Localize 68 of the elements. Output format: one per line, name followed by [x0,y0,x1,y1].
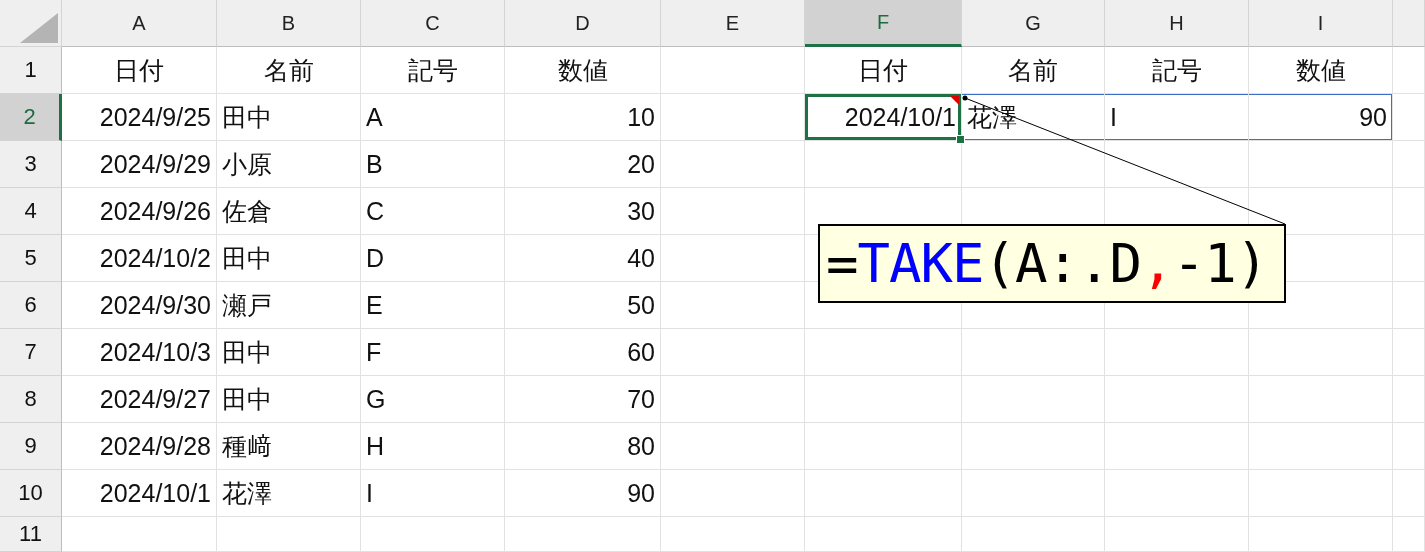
table-cell[interactable]: 数値 [1249,47,1393,94]
table-cell[interactable]: 名前 [962,47,1105,94]
table-cell[interactable]: F [361,329,505,376]
row-header[interactable]: 1 [0,47,62,94]
table-cell[interactable]: 田中 [217,235,361,282]
comment-tooltip: =TAKE(A:.D,-1) [818,224,1286,303]
table-cell[interactable]: I [1105,94,1249,141]
table-cell[interactable]: 2024/9/27 [62,376,217,423]
row-header[interactable]: 11 [0,517,62,552]
table-cell[interactable]: 2024/10/1 [805,94,962,141]
table-cell[interactable]: A [361,94,505,141]
table-cell[interactable]: 2024/10/1 [62,470,217,517]
table-cell[interactable]: 記号 [1105,47,1249,94]
table-cell[interactable]: 60 [505,329,661,376]
column-header[interactable]: E [661,0,805,47]
column-header[interactable]: I [1249,0,1393,47]
table-cell[interactable]: 50 [505,282,661,329]
row-header[interactable]: 7 [0,329,62,376]
column-header[interactable]: B [217,0,361,47]
table-cell[interactable]: 瀬戸 [217,282,361,329]
table-cell[interactable]: 90 [505,470,661,517]
row-header[interactable]: 10 [0,470,62,517]
table-cell[interactable]: 2024/9/28 [62,423,217,470]
row-header[interactable]: 5 [0,235,62,282]
table-cell[interactable]: E [361,282,505,329]
table-cell[interactable]: 80 [505,423,661,470]
table-cell[interactable]: G [361,376,505,423]
table-cell[interactable]: 種﨑 [217,423,361,470]
table-cell[interactable]: H [361,423,505,470]
table-cell[interactable]: 90 [1249,94,1393,141]
table-cell[interactable]: I [361,470,505,517]
table-cell[interactable]: 日付 [805,47,962,94]
row-header[interactable]: 4 [0,188,62,235]
table-cell[interactable]: 2024/10/3 [62,329,217,376]
row-header[interactable]: 9 [0,423,62,470]
table-cell[interactable]: B [361,141,505,188]
table-cell[interactable]: 40 [505,235,661,282]
table-cell[interactable]: 記号 [361,47,505,94]
table-cell[interactable]: 20 [505,141,661,188]
table-cell[interactable]: 2024/9/30 [62,282,217,329]
row-header[interactable]: 3 [0,141,62,188]
table-cell[interactable]: 2024/9/25 [62,94,217,141]
table-cell[interactable]: 名前 [217,47,361,94]
table-cell[interactable]: 70 [505,376,661,423]
table-cell[interactable]: 日付 [62,47,217,94]
table-cell[interactable]: 2024/10/2 [62,235,217,282]
table-cell[interactable]: 30 [505,188,661,235]
row-header[interactable]: 2 [0,94,62,141]
table-cell[interactable]: 数値 [505,47,661,94]
row-header[interactable]: 8 [0,376,62,423]
table-cell[interactable]: 10 [505,94,661,141]
table-cell[interactable]: 田中 [217,376,361,423]
table-cell[interactable]: 2024/9/26 [62,188,217,235]
table-cell[interactable]: C [361,188,505,235]
table-cell[interactable]: 花澤 [217,470,361,517]
column-header[interactable]: H [1105,0,1249,47]
column-header[interactable]: A [62,0,217,47]
column-header[interactable]: D [505,0,661,47]
table-cell[interactable]: D [361,235,505,282]
table-cell[interactable]: 2024/9/29 [62,141,217,188]
table-cell[interactable]: 佐倉 [217,188,361,235]
table-cell[interactable]: 田中 [217,329,361,376]
row-header[interactable]: 6 [0,282,62,329]
table-cell[interactable]: 田中 [217,94,361,141]
column-header[interactable]: C [361,0,505,47]
table-cell[interactable]: 小原 [217,141,361,188]
column-header[interactable]: F [805,0,962,47]
column-header[interactable]: G [962,0,1105,47]
